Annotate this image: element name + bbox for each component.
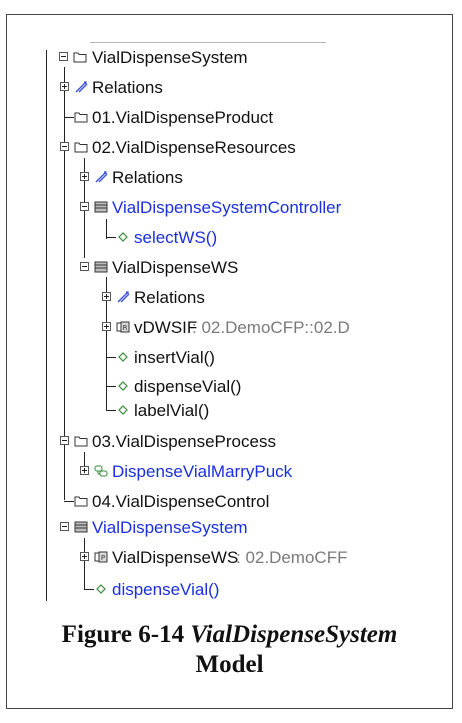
operation-icon <box>118 405 128 415</box>
relations-icon <box>117 291 130 303</box>
tree-connector <box>106 344 116 372</box>
operation-icon <box>118 232 128 242</box>
part-icon: P <box>94 551 108 563</box>
operation-icon <box>118 352 128 362</box>
collapse-toggle[interactable] <box>60 142 69 151</box>
tree-label: 01.VialDispenseProduct <box>92 108 274 127</box>
tree-connector <box>64 104 74 132</box>
tree-label: insertVial() <box>134 348 215 367</box>
type-label: : 02.DemoCFF <box>236 548 348 567</box>
operation-icon <box>96 584 106 594</box>
collapse-toggle[interactable] <box>59 52 68 61</box>
containment-tree: VialDispenseSystem Relations 01.VialDisp… <box>0 0 462 620</box>
tree-connector <box>106 397 116 425</box>
package-icon <box>74 142 88 153</box>
tree-label: 03.VialDispenseProcess <box>92 432 276 451</box>
block-icon <box>74 521 88 533</box>
collapse-toggle[interactable] <box>80 202 89 211</box>
svg-text:R: R <box>123 324 128 332</box>
tree-label: Relations <box>134 288 205 307</box>
block-icon <box>94 261 108 273</box>
port-icon: R <box>116 321 130 333</box>
tree-label: Relations <box>112 168 183 187</box>
tree-label: 04.VialDispenseControl <box>92 492 270 511</box>
tree-label: vDWSIF <box>134 318 198 337</box>
expand-toggle[interactable] <box>102 322 111 331</box>
tree-label: selectWS() <box>134 228 218 247</box>
collapse-toggle[interactable] <box>60 436 69 445</box>
tree-label: VialDispenseWS <box>112 258 239 277</box>
tree-connector <box>64 488 74 516</box>
tree-label: Relations <box>92 78 163 97</box>
caption-prefix: Figure 6-14 <box>61 621 191 648</box>
caption-line2: Model <box>195 651 264 678</box>
block-icon <box>94 201 108 213</box>
collapse-toggle[interactable] <box>80 262 89 271</box>
tree-label: VialDispenseWS <box>112 548 239 567</box>
expand-toggle[interactable] <box>60 82 69 91</box>
collapse-toggle[interactable] <box>60 522 69 531</box>
tree-connector <box>106 224 116 252</box>
tree-label: labelVial() <box>134 401 210 420</box>
package-icon <box>74 496 88 507</box>
package-icon <box>74 436 88 447</box>
tree-label: VialDispenseSystem <box>92 48 248 67</box>
tree-label: VialDispenseSystemController <box>112 198 342 217</box>
expand-toggle[interactable] <box>80 466 89 475</box>
tree-left-rule <box>46 50 47 601</box>
relations-icon <box>75 81 88 93</box>
tree-connector <box>84 576 94 604</box>
expand-toggle[interactable] <box>102 292 111 301</box>
expand-toggle[interactable] <box>80 172 89 181</box>
tree-label: DispenseVialMarryPuck <box>112 462 293 481</box>
svg-text:P: P <box>101 554 105 562</box>
relations-icon <box>95 171 108 183</box>
tree-label: 02.VialDispenseResources <box>92 138 296 157</box>
package-icon <box>74 112 88 123</box>
tree-label: VialDispenseSystem <box>92 518 248 537</box>
expand-toggle[interactable] <box>80 552 89 561</box>
activity-icon <box>94 465 108 477</box>
type-label: : 02.DemoCFP::02.D <box>192 318 350 337</box>
caption-italic: VialDispenseSystem <box>190 621 398 648</box>
operation-icon <box>118 381 128 391</box>
package-icon <box>73 52 87 63</box>
figure-caption: Figure 6-14 VialDispenseSystem Model <box>6 620 453 680</box>
tree-label: dispenseVial() <box>112 580 220 599</box>
